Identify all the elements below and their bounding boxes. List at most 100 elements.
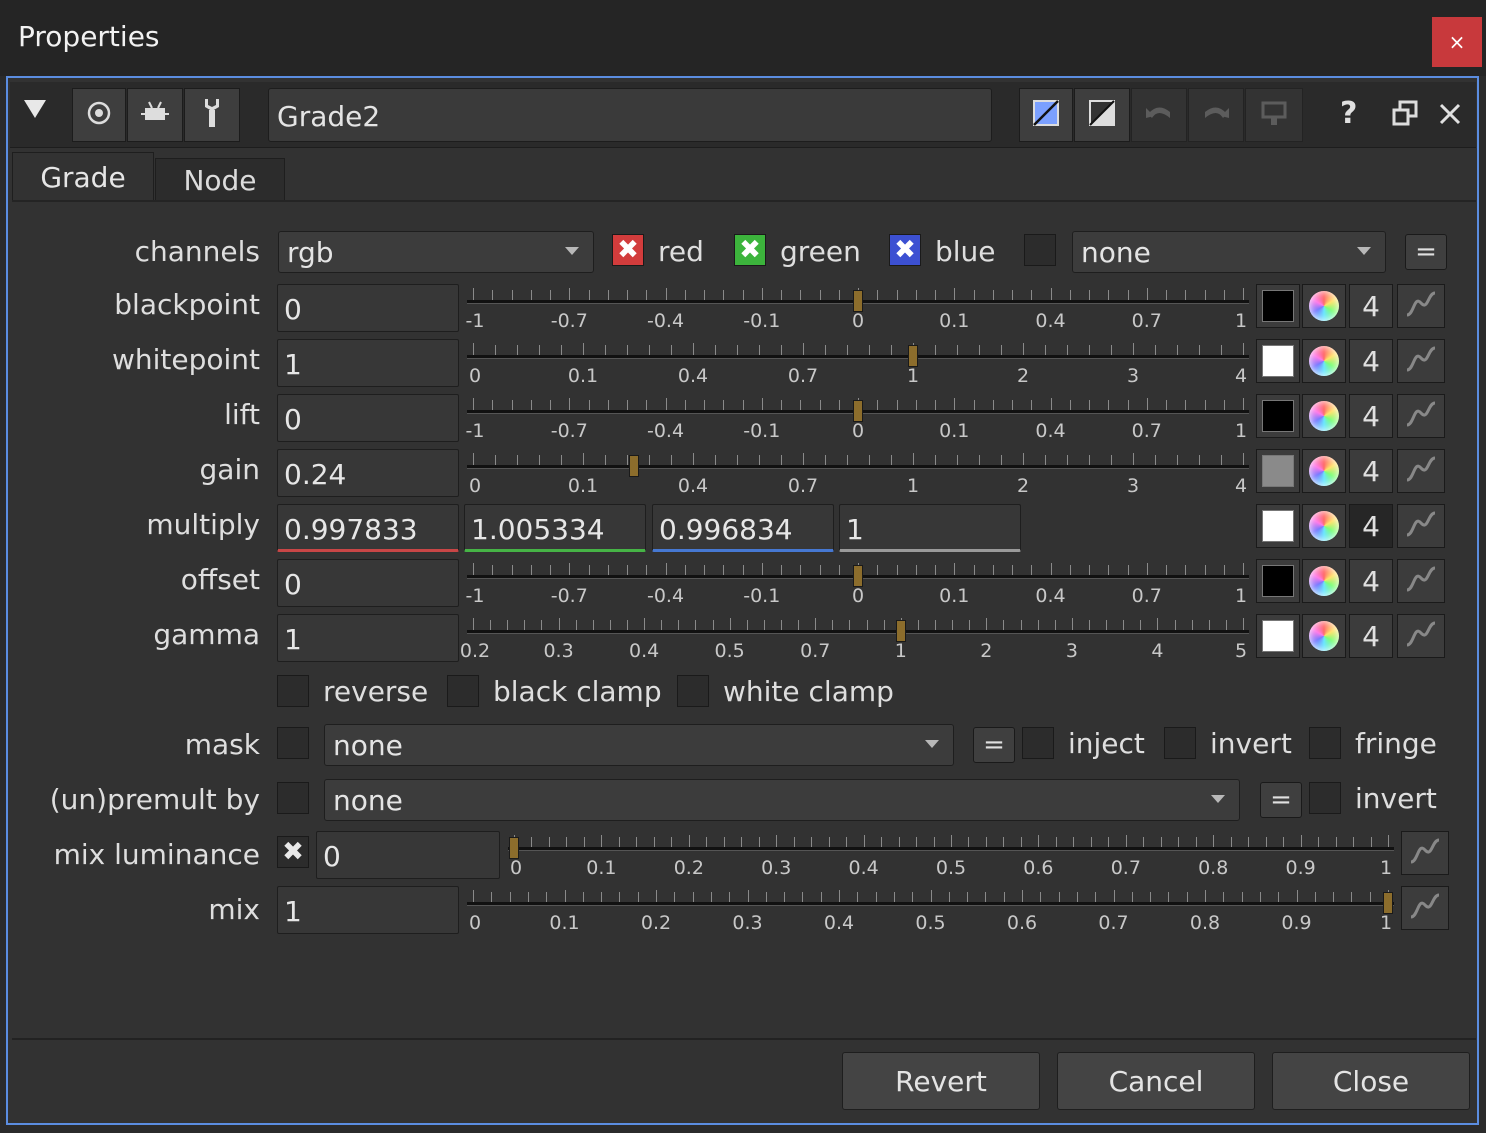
blackpoint-curve-button[interactable] xyxy=(1397,284,1445,328)
slider-knob[interactable] xyxy=(853,400,863,422)
mix-curve-button[interactable] xyxy=(1401,886,1449,930)
multiply-color-swatch[interactable] xyxy=(1256,504,1300,548)
inject-checkbox[interactable] xyxy=(1022,727,1054,759)
close-panel-icon[interactable] xyxy=(1438,102,1462,130)
multiply-alpha-input[interactable]: 1 xyxy=(839,504,1021,552)
multiply-blue-input[interactable]: 0.996834 xyxy=(652,504,834,552)
gain-curve-button[interactable] xyxy=(1397,449,1445,493)
slider-knob[interactable] xyxy=(908,345,918,367)
mask-invert-checkbox[interactable] xyxy=(1164,727,1196,759)
view-mode-button-2[interactable] xyxy=(1074,88,1130,142)
mix-slider[interactable]: 0 0.1 0.2 0.3 0.4 0.5 0.6 0.7 0.8 0.9 1 xyxy=(467,886,1394,934)
node-color-button[interactable] xyxy=(127,88,183,142)
undo-button[interactable] xyxy=(1131,88,1187,142)
offset-slider[interactable]: -1 -0.7 -0.4 -0.1 0 0.1 0.4 0.7 1 xyxy=(466,559,1249,607)
gamma-curve-button[interactable] xyxy=(1397,614,1445,658)
help-icon[interactable]: ? xyxy=(1340,96,1357,131)
slider-tick xyxy=(1243,398,1244,410)
gamma-slider[interactable]: 0.2 0.3 0.4 0.5 0.7 1 2 3 4 5 xyxy=(460,614,1249,662)
close-button[interactable]: Close xyxy=(1272,1052,1470,1110)
mix-luminance-slider[interactable]: 0 0.1 0.2 0.3 0.4 0.5 0.6 0.7 0.8 0.9 1 xyxy=(508,831,1394,879)
channels-link-button[interactable]: = xyxy=(1405,234,1447,270)
premult-invert-checkbox[interactable] xyxy=(1309,782,1341,814)
blackpoint-color-picker-button[interactable] xyxy=(1302,284,1346,328)
revert-knob-button[interactable] xyxy=(1245,88,1303,142)
blue-channel-checkbox[interactable]: ✖ xyxy=(889,234,921,266)
offset-curve-button[interactable] xyxy=(1397,559,1445,603)
extra-channel-dropdown[interactable]: none xyxy=(1072,231,1386,273)
gamma-channel-split-button[interactable]: 4 xyxy=(1349,614,1393,658)
black-clamp-checkbox[interactable] xyxy=(447,675,479,707)
lift-channel-split-button[interactable]: 4 xyxy=(1349,394,1393,438)
white-clamp-checkbox[interactable] xyxy=(677,675,709,707)
mix-luminance-checkbox[interactable]: ✖ xyxy=(277,836,309,868)
tab-grade[interactable]: Grade xyxy=(12,152,154,202)
premult-checkbox[interactable] xyxy=(277,782,309,814)
slider-minor-tick xyxy=(492,400,494,410)
reverse-checkbox[interactable] xyxy=(277,675,309,707)
blackpoint-channel-split-button[interactable]: 4 xyxy=(1349,284,1393,328)
offset-color-picker-button[interactable] xyxy=(1302,559,1346,603)
multiply-green-input[interactable]: 1.005334 xyxy=(464,504,646,552)
gain-color-swatch[interactable] xyxy=(1256,449,1300,493)
lift-input[interactable]: 0 xyxy=(277,394,459,442)
blackpoint-slider[interactable]: -1 -0.7 -0.4 -0.1 0 0.1 0.4 0.7 1 xyxy=(466,284,1249,332)
whitepoint-color-picker-button[interactable] xyxy=(1302,339,1346,383)
slider-knob[interactable] xyxy=(1383,892,1393,914)
blackpoint-color-swatch[interactable] xyxy=(1256,284,1300,328)
tab-node[interactable]: Node xyxy=(155,158,285,202)
gamma-input[interactable]: 1 xyxy=(277,614,459,662)
lift-color-picker-button[interactable] xyxy=(1302,394,1346,438)
green-channel-checkbox[interactable]: ✖ xyxy=(734,234,766,266)
fringe-checkbox[interactable] xyxy=(1309,727,1341,759)
gain-channel-split-button[interactable]: 4 xyxy=(1349,449,1393,493)
multiply-channel-split-button[interactable]: 4 xyxy=(1349,504,1393,548)
whitepoint-channel-split-button[interactable]: 4 xyxy=(1349,339,1393,383)
float-panel-icon[interactable] xyxy=(1392,100,1418,130)
cancel-button[interactable]: Cancel xyxy=(1057,1052,1255,1110)
offset-color-swatch[interactable] xyxy=(1256,559,1300,603)
gain-input[interactable]: 0.24 xyxy=(277,449,459,497)
slider-knob[interactable] xyxy=(629,455,640,477)
collapse-triangle-icon[interactable] xyxy=(24,100,46,118)
mask-dropdown[interactable]: none xyxy=(324,724,954,766)
offset-input[interactable]: 0 xyxy=(277,559,459,607)
gain-slider[interactable]: 0 0.1 0.4 0.7 1 2 3 4 xyxy=(467,449,1249,497)
slider-knob[interactable] xyxy=(895,620,906,642)
gamma-color-picker-button[interactable] xyxy=(1302,614,1346,658)
slider-knob[interactable] xyxy=(853,565,863,587)
slider-knob[interactable] xyxy=(509,837,519,859)
premult-dropdown[interactable]: none xyxy=(324,779,1240,821)
mix-input[interactable]: 1 xyxy=(277,886,459,934)
whitepoint-input[interactable]: 1 xyxy=(277,339,459,387)
viewer-button[interactable] xyxy=(72,88,126,142)
red-channel-checkbox[interactable]: ✖ xyxy=(612,234,644,266)
offset-channel-split-button[interactable]: 4 xyxy=(1349,559,1393,603)
node-name-input[interactable]: Grade2 xyxy=(268,88,992,142)
extra-channel-checkbox[interactable] xyxy=(1024,234,1056,266)
settings-button[interactable] xyxy=(184,88,240,142)
multiply-curve-button[interactable] xyxy=(1397,504,1445,548)
whitepoint-slider[interactable]: 0 0.1 0.4 0.7 1 2 3 4 xyxy=(467,339,1249,387)
whitepoint-color-swatch[interactable] xyxy=(1256,339,1300,383)
mix-luminance-input[interactable]: 0 xyxy=(316,831,500,879)
mix-luminance-curve-button[interactable] xyxy=(1401,831,1449,875)
gamma-color-swatch[interactable] xyxy=(1256,614,1300,658)
lift-color-swatch[interactable] xyxy=(1256,394,1300,438)
gain-color-picker-button[interactable] xyxy=(1302,449,1346,493)
blackpoint-input[interactable]: 0 xyxy=(277,284,459,332)
mask-link-button[interactable]: = xyxy=(973,727,1015,763)
channels-dropdown[interactable]: rgb xyxy=(278,231,594,273)
view-mode-button-1[interactable] xyxy=(1019,88,1073,142)
lift-curve-button[interactable] xyxy=(1397,394,1445,438)
multiply-color-picker-button[interactable] xyxy=(1302,504,1346,548)
redo-button[interactable] xyxy=(1188,88,1244,142)
slider-knob[interactable] xyxy=(853,290,863,312)
multiply-red-input[interactable]: 0.997833 xyxy=(277,504,459,552)
whitepoint-curve-button[interactable] xyxy=(1397,339,1445,383)
lift-slider[interactable]: -1 -0.7 -0.4 -0.1 0 0.1 0.4 0.7 1 xyxy=(466,394,1249,442)
window-close-button[interactable]: × xyxy=(1432,17,1482,67)
premult-link-button[interactable]: = xyxy=(1260,782,1302,818)
revert-button[interactable]: Revert xyxy=(842,1052,1040,1110)
mask-checkbox[interactable] xyxy=(277,727,309,759)
